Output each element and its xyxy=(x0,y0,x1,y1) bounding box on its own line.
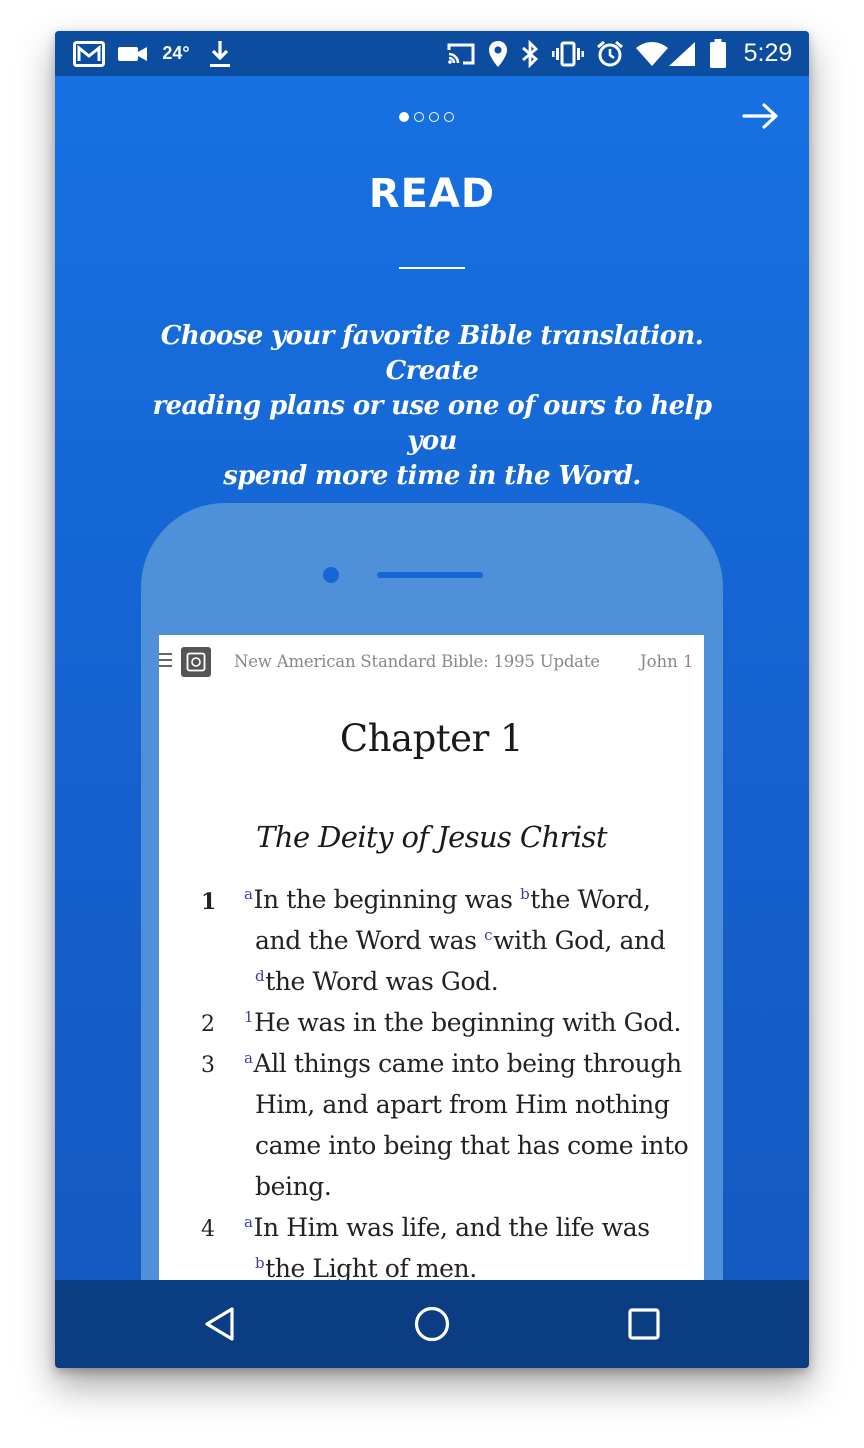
recents-button[interactable] xyxy=(619,1280,669,1368)
footnote-marker[interactable]: b xyxy=(520,885,530,903)
alarm-icon xyxy=(595,31,625,76)
footnote-marker[interactable]: a xyxy=(244,1049,253,1067)
location-pin-icon xyxy=(487,31,509,76)
next-button[interactable] xyxy=(741,101,781,131)
page-dot[interactable] xyxy=(444,112,454,122)
navigation-bar xyxy=(55,1280,809,1368)
verse-number: 4 xyxy=(201,1217,215,1242)
verse-text: All things came into being through xyxy=(253,1049,683,1078)
verse-line: aIn the beginning was bthe Word, xyxy=(244,885,651,914)
page-dot[interactable] xyxy=(399,112,409,122)
back-button[interactable] xyxy=(195,1280,245,1368)
verse-text: being. xyxy=(255,1172,332,1201)
page-dot[interactable] xyxy=(429,112,439,122)
page-dot[interactable] xyxy=(414,112,424,122)
footnote-marker[interactable]: a xyxy=(244,885,253,903)
verse-text: Him, and apart from Him nothing xyxy=(255,1090,670,1119)
verse-text: the Light of men. xyxy=(265,1254,477,1280)
verse-line: bthe Light of men. xyxy=(255,1254,477,1280)
verse-text: came into being that has come into xyxy=(255,1131,689,1160)
app-logo-icon xyxy=(181,647,211,677)
footnote-marker[interactable]: 1 xyxy=(244,1008,254,1026)
footnote-marker[interactable]: a xyxy=(244,1213,253,1231)
verse-text: the Word was God. xyxy=(265,967,499,996)
wifi-icon xyxy=(634,31,670,76)
device-screen: 24° 5:29 READ Choose your favorite Bible… xyxy=(55,31,809,1368)
footnote-marker[interactable]: c xyxy=(484,926,492,944)
description-line: Choose your favorite Bible translation. … xyxy=(160,321,704,386)
verse-text: In the beginning was xyxy=(253,885,521,914)
title-divider xyxy=(399,267,465,269)
temperature-text: 24° xyxy=(162,43,190,63)
footnote-marker[interactable]: d xyxy=(255,967,265,985)
status-bar: 24° 5:29 xyxy=(55,31,809,76)
battery-icon xyxy=(707,31,729,76)
reader-toolbar: New American Standard Bible: 1995 Update… xyxy=(159,635,704,687)
footnote-marker[interactable]: b xyxy=(255,1254,265,1272)
verse-text: the Word, xyxy=(530,885,651,914)
verse-line: came into being that has come into xyxy=(255,1131,689,1160)
verse-text: and the Word was xyxy=(255,926,485,955)
menu-icon xyxy=(159,653,172,669)
verse-text: He was in the beginning with God. xyxy=(254,1008,682,1037)
phone-camera xyxy=(323,567,339,583)
verse-number: 2 xyxy=(201,1012,215,1037)
bible-version-name: New American Standard Bible: 1995 Update xyxy=(234,652,600,671)
section-heading: The Deity of Jesus Christ xyxy=(256,820,607,854)
verse-line: Him, and apart from Him nothing xyxy=(255,1090,670,1119)
reader-screen: New American Standard Bible: 1995 Update… xyxy=(159,635,704,1280)
video-camera-icon xyxy=(117,31,149,76)
cast-icon xyxy=(445,31,477,76)
home-button[interactable] xyxy=(407,1280,457,1368)
gmail-icon xyxy=(72,31,106,76)
chapter-title: Chapter 1 xyxy=(339,717,524,760)
verse-line: being. xyxy=(255,1172,332,1201)
phone-speaker xyxy=(377,572,483,578)
passage-reference: John 1 xyxy=(640,652,694,671)
verse-text: In Him was life, and the life was xyxy=(253,1213,651,1242)
verse-line: 1He was in the beginning with God. xyxy=(244,1008,681,1037)
description-line: reading plans or use one of ours to help… xyxy=(152,391,713,456)
clock: 5:29 xyxy=(743,39,793,67)
download-icon xyxy=(207,31,233,76)
bluetooth-icon xyxy=(519,31,541,76)
verse-text: with God, and xyxy=(493,926,666,955)
verse-line: dthe Word was God. xyxy=(255,967,499,996)
verse-line: aAll things came into being through xyxy=(244,1049,682,1078)
page-title: READ xyxy=(368,171,496,217)
verse-line: and the Word was cwith God, and xyxy=(255,926,666,955)
back-icon xyxy=(205,1307,234,1341)
verse-number: 3 xyxy=(201,1053,215,1078)
page-indicator xyxy=(399,112,465,124)
verse-number: 1 xyxy=(201,889,217,915)
description: Choose your favorite Bible translation. … xyxy=(125,319,739,494)
home-icon xyxy=(414,1306,450,1342)
recents-icon xyxy=(628,1308,660,1340)
description-line: spend more time in the Word. xyxy=(223,461,641,491)
arrow-right-icon xyxy=(742,103,778,129)
verse-line: aIn Him was life, and the life was xyxy=(244,1213,650,1242)
vibrate-icon xyxy=(551,31,585,76)
cellular-signal-icon xyxy=(667,31,697,76)
